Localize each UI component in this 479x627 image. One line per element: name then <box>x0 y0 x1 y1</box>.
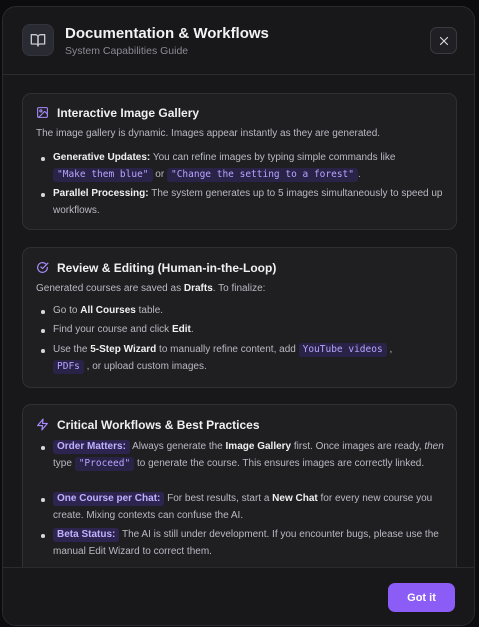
rule-emphasis: New Chat <box>272 493 318 504</box>
rule-text: first. Once images are ready, <box>291 441 425 452</box>
review-intro: Generated courses are saved as Drafts. T… <box>36 281 446 297</box>
list-item: Use the 5-Step Wizard to manually refine… <box>39 342 444 375</box>
rule-text: Always generate the <box>129 441 226 452</box>
modal-title: Documentation & Workflows <box>65 25 269 42</box>
list-item: Beta Status: The AI is still under devel… <box>39 527 444 560</box>
list-item: One Course per Chat: For best results, s… <box>39 491 444 524</box>
item-text: or <box>152 168 167 180</box>
gallery-title-text: Interactive Image Gallery <box>57 106 200 120</box>
image-icon <box>36 106 50 120</box>
documentation-modal: Documentation & Workflows System Capabil… <box>2 6 475 626</box>
step-text: table. <box>135 305 164 316</box>
command-chip: "Make them blue" <box>53 167 153 182</box>
critical-card: Critical Workflows & Best Practices Orde… <box>22 404 457 584</box>
book-open-icon <box>22 24 54 56</box>
modal-footer: Got it <box>3 567 474 625</box>
check-circle-icon <box>36 261 50 275</box>
intro-emphasis: Drafts <box>183 283 213 294</box>
list-item: Generative Updates: You can refine image… <box>39 150 444 183</box>
review-title-text: Review & Editing (Human-in-the-Loop) <box>57 261 277 275</box>
intro-text: . To finalize: <box>212 283 266 294</box>
critical-title-text: Critical Workflows & Best Practices <box>57 418 260 432</box>
review-card-title: Review & Editing (Human-in-the-Loop) <box>36 261 276 275</box>
step-emphasis: Edit <box>171 324 191 335</box>
close-button[interactable] <box>430 27 457 54</box>
rule-tag: Order Matters: <box>53 440 130 454</box>
review-card: Review & Editing (Human-in-the-Loop) Gen… <box>22 247 457 388</box>
resource-chip: PDFs <box>53 359 84 374</box>
modal-header: Documentation & Workflows System Capabil… <box>3 7 474 75</box>
item-label: Parallel Processing: <box>53 188 149 199</box>
item-label: Generative Updates: <box>53 152 151 163</box>
step-text: . <box>190 324 194 335</box>
rule-text: to generate the course. This ensures ima… <box>134 457 425 469</box>
rule-tag: Beta Status: <box>53 528 120 542</box>
critical-card-title: Critical Workflows & Best Practices <box>36 418 260 432</box>
list-item: Find your course and click Edit. <box>39 322 444 339</box>
list-item: Parallel Processing: The system generate… <box>39 186 444 219</box>
step-text: Use the <box>53 344 91 355</box>
step-text: , or upload custom images. <box>83 360 207 372</box>
resource-chip: YouTube videos <box>298 343 387 357</box>
close-icon <box>439 36 448 45</box>
list-item: Order Matters: Always generate the Image… <box>39 439 444 472</box>
gallery-card-title: Interactive Image Gallery <box>36 106 199 120</box>
step-text: to manually refine content, add <box>156 344 299 355</box>
step-text: , <box>386 344 393 355</box>
modal-subtitle: System Capabilities Guide <box>65 45 189 57</box>
step-emphasis: All Courses <box>80 305 136 316</box>
gallery-card: Interactive Image Gallery The image gall… <box>22 93 457 230</box>
rule-tag: One Course per Chat: <box>53 492 165 506</box>
step-text: Go to <box>53 305 81 316</box>
rule-text: For best results, start a <box>164 493 273 504</box>
item-text: . <box>358 168 361 180</box>
got-it-button[interactable]: Got it <box>388 583 455 612</box>
rule-text: type <box>53 457 75 469</box>
item-text: You can refine images by typing simple c… <box>150 152 396 163</box>
gallery-intro: The image gallery is dynamic. Images app… <box>36 128 381 139</box>
command-chip: "Change the setting to a forest" <box>166 167 358 182</box>
step-emphasis: 5-Step Wizard <box>90 344 157 355</box>
rule-emphasis: Image Gallery <box>225 441 292 452</box>
rule-italic: then <box>424 441 444 452</box>
list-item: Go to All Courses table. <box>39 303 444 320</box>
command-chip: "Proceed" <box>74 456 135 471</box>
step-text: Find your course and click <box>53 324 172 335</box>
zap-icon <box>36 418 50 432</box>
intro-text: Generated courses are saved as <box>36 283 184 294</box>
